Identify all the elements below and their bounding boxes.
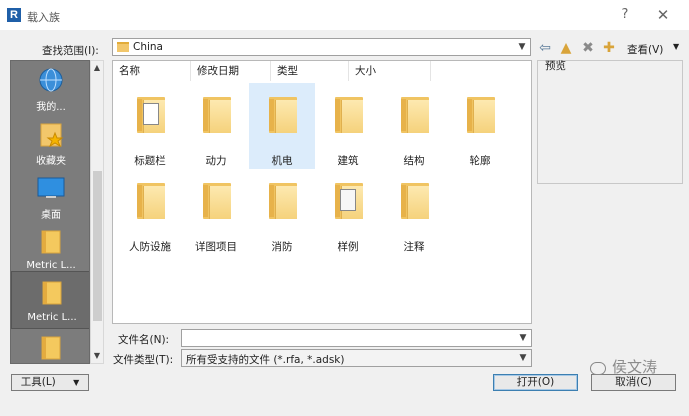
places-bar: 我的... 收藏夹 桌面 Metric L... Metric L...	[10, 60, 90, 364]
file-item-civil-defense[interactable]: 人防设施	[117, 169, 183, 255]
scroll-up-icon[interactable]: ▲	[91, 61, 103, 75]
file-item-architecture[interactable]: 建筑	[315, 83, 381, 169]
up-folder-icon[interactable]: ▲	[558, 40, 574, 56]
file-item-detail-items[interactable]: 详图项目	[183, 169, 249, 255]
delete-icon[interactable]: ✖	[580, 40, 596, 56]
folder-icon	[42, 281, 62, 305]
preview-pane	[537, 60, 683, 184]
folder-icon	[467, 97, 495, 133]
column-header-modified[interactable]: 修改日期	[191, 61, 271, 81]
help-button[interactable]: ?	[614, 6, 636, 24]
file-item-label: 建筑	[337, 155, 359, 167]
folder-icon	[269, 97, 297, 133]
folder-icon	[401, 97, 429, 133]
file-item-label: 结构	[403, 155, 425, 167]
place-label: Metric L...	[26, 260, 76, 271]
file-item-label: 标题栏	[134, 155, 166, 167]
folder-icon	[41, 336, 61, 360]
network-globe-icon	[39, 68, 63, 92]
folder-icon	[203, 97, 231, 133]
folder-icon	[41, 230, 61, 254]
folder-icon	[401, 183, 429, 219]
file-item-profile[interactable]: 轮廓	[447, 83, 513, 169]
favorites-folder-icon	[40, 123, 64, 147]
file-name-label: 文件名(N):	[118, 334, 170, 346]
look-in-value: China	[133, 41, 163, 53]
file-item-label: 详图项目	[195, 241, 237, 253]
place-my-network[interactable]: 我的...	[11, 65, 89, 117]
load-family-dialog: R 载入族 ? ✕ 查找范围(I): China ▼ ⇦ ▲ ✖ ✚ 查看(V)…	[0, 0, 689, 416]
place-metric-library-2[interactable]: Metric L...	[11, 271, 89, 329]
place-label: Metric L...	[27, 312, 77, 323]
scrollbar-thumb[interactable]	[93, 171, 102, 321]
chevron-down-icon[interactable]: ▼	[673, 42, 679, 51]
views-menu[interactable]: 查看(V)	[627, 42, 663, 57]
folder-doc-icon	[335, 183, 363, 219]
file-item-label: 人防设施	[129, 241, 171, 253]
tools-button[interactable]: 工具(L) ▼	[11, 374, 89, 391]
scroll-down-icon[interactable]: ▼	[91, 349, 103, 363]
title-bar: R 载入族 ? ✕	[0, 0, 689, 30]
file-item-structure[interactable]: 结构	[381, 83, 447, 169]
preview-label: 预览	[545, 60, 566, 72]
place-favorites[interactable]: 收藏夹	[11, 119, 89, 171]
folder-icon	[269, 183, 297, 219]
watermark-text: 侯文涛	[612, 358, 658, 376]
revit-app-icon: R	[7, 8, 21, 22]
window-title: 载入族	[27, 11, 60, 24]
folder-doc-icon	[137, 97, 165, 133]
chevron-down-icon[interactable]: ▼	[515, 350, 531, 366]
file-item-power[interactable]: 动力	[183, 83, 249, 169]
file-item-label: 轮廓	[469, 155, 491, 167]
look-in-combo[interactable]: China ▼	[112, 38, 531, 56]
place-folder-partial[interactable]	[11, 333, 89, 363]
desktop-icon	[37, 177, 65, 198]
file-type-select[interactable]: 所有受支持的文件 (*.rfa, *.adsk) ▼	[181, 349, 532, 367]
place-desktop[interactable]: 桌面	[11, 173, 89, 225]
folder-icon	[117, 42, 129, 52]
chevron-down-icon[interactable]: ▼	[515, 330, 531, 346]
file-item-label: 机电	[271, 155, 293, 167]
file-item-title-block[interactable]: 标题栏	[117, 83, 183, 169]
file-name-input[interactable]: ▼	[181, 329, 532, 347]
chevron-down-icon: ▼	[73, 378, 80, 387]
tools-button-label: 工具(L)	[20, 376, 56, 388]
folder-icon	[137, 183, 165, 219]
file-list: 名称 修改日期 类型 大小 标题栏 动力 机电 建筑 结构 轮廓 人防设施 详图…	[112, 60, 532, 324]
chevron-down-icon[interactable]: ▼	[514, 39, 530, 55]
file-item-fire-protection[interactable]: 消防	[249, 169, 315, 255]
file-item-label: 动力	[205, 155, 227, 167]
new-folder-icon[interactable]: ✚	[601, 40, 617, 56]
place-label: 收藏夹	[36, 156, 66, 167]
column-header-size[interactable]: 大小	[349, 61, 431, 81]
open-button[interactable]: 打开(O)	[493, 374, 578, 391]
back-arrow-icon[interactable]: ⇦	[537, 40, 553, 56]
file-item-samples[interactable]: 样例	[315, 169, 381, 255]
file-item-mep[interactable]: 机电	[249, 83, 315, 169]
folder-icon	[203, 183, 231, 219]
place-label: 桌面	[41, 210, 61, 221]
file-item-annotations[interactable]: 注释	[381, 169, 447, 255]
places-scrollbar[interactable]: ▲ ▼	[90, 60, 104, 364]
file-type-label: 文件类型(T):	[113, 354, 174, 366]
folder-icon	[335, 97, 363, 133]
file-item-label: 消防	[271, 241, 293, 253]
file-item-label: 注释	[403, 241, 425, 253]
column-header-name[interactable]: 名称	[113, 61, 191, 81]
place-label: 我的...	[36, 102, 66, 113]
column-header-type[interactable]: 类型	[271, 61, 349, 81]
file-item-label: 样例	[337, 241, 359, 253]
look-in-label: 查找范围(I):	[42, 45, 99, 57]
close-button[interactable]: ✕	[652, 6, 674, 24]
wechat-icon	[590, 362, 606, 375]
file-type-value: 所有受支持的文件 (*.rfa, *.adsk)	[186, 354, 345, 366]
